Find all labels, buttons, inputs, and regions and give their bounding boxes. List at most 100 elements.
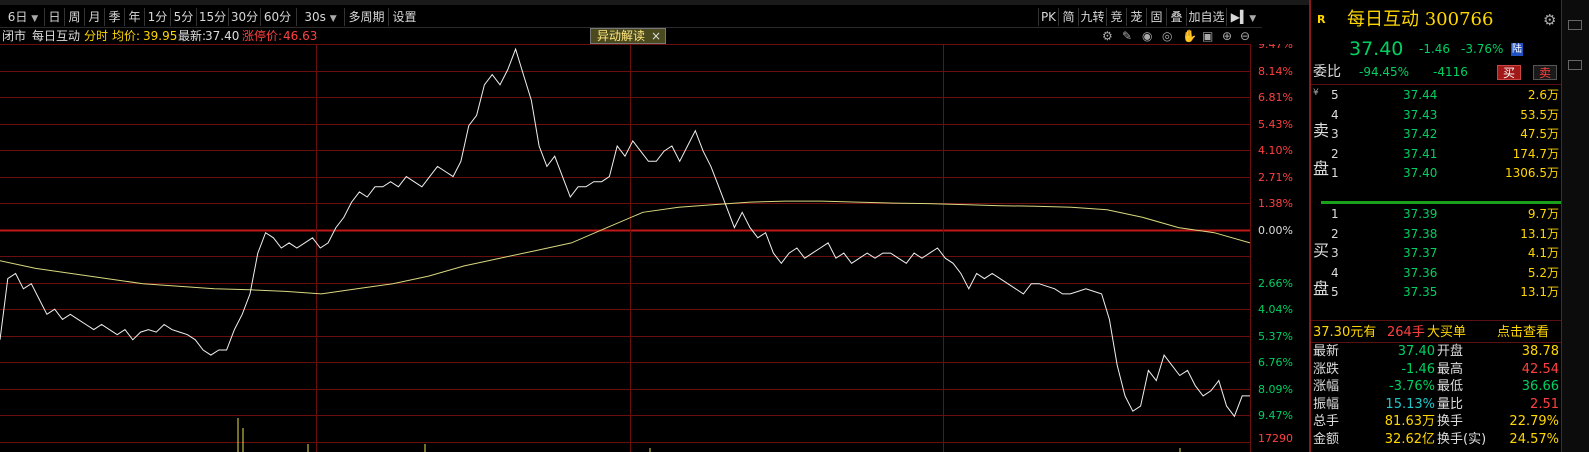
eye-off-icon[interactable]: ◎ xyxy=(1162,28,1172,44)
order-book-row[interactable]: 2 37.41 174.7万 xyxy=(1311,145,1589,164)
y-axis-label-up: 8.14% xyxy=(1258,65,1293,78)
cage-button[interactable]: 茏 xyxy=(1126,8,1146,26)
auction-button[interactable]: 竞 xyxy=(1106,8,1126,26)
period-30min-button[interactable]: 30分 xyxy=(228,8,260,26)
level-label: 2 xyxy=(1331,226,1339,241)
y-axis-label-up: 0.00% xyxy=(1258,224,1293,237)
seconds-select[interactable]: 30s ▼ xyxy=(296,8,344,26)
spread-divider xyxy=(1321,201,1561,204)
order-book-row[interactable]: 1 37.40 1306.5万 xyxy=(1311,164,1589,183)
gear-icon[interactable]: ⚙ xyxy=(1543,8,1556,32)
stat-label: 金额 xyxy=(1313,431,1340,447)
stats-row: 振幅 15.13% 量比 2.51 xyxy=(1311,396,1589,413)
close-icon[interactable]: × xyxy=(651,29,661,43)
level-price: 37.36 xyxy=(1403,265,1438,280)
zoom-out-icon[interactable]: ⊖ xyxy=(1240,28,1250,44)
stats-row: 金额 32.62亿 换手(实) 24.57% xyxy=(1311,431,1589,448)
panel-tab-icon[interactable] xyxy=(1568,20,1582,30)
add-watchlist-button[interactable]: 加自选 xyxy=(1186,8,1226,26)
seconds-select-value: 30s xyxy=(304,10,326,24)
sell-button[interactable]: 卖 xyxy=(1533,65,1557,80)
chevron-down-icon: ▼ xyxy=(329,14,337,24)
settings-button[interactable]: 设置 xyxy=(388,8,420,26)
level-volume: 13.1万 xyxy=(1520,226,1559,241)
divider xyxy=(1311,84,1561,85)
gear-icon[interactable]: ⚙ xyxy=(1102,28,1113,44)
view-details-link[interactable]: 点击查看 xyxy=(1497,323,1549,342)
stat-label: 量比 xyxy=(1437,396,1464,412)
stat-label: 振幅 xyxy=(1313,396,1340,412)
level-label: 5 xyxy=(1331,88,1339,102)
big-order-price: 37.30元有 xyxy=(1313,325,1377,340)
y-axis-label-up: 1.38% xyxy=(1258,197,1293,210)
y-axis-label-down: 9.47% xyxy=(1258,409,1293,422)
order-book-row[interactable]: 5 37.35 13.1万 xyxy=(1311,283,1589,302)
big-order-qty: 264手 xyxy=(1387,325,1425,340)
stat-value: 2.51 xyxy=(1530,396,1559,412)
anomaly-badge[interactable]: 异动解读 × xyxy=(590,28,666,44)
level-price: 37.43 xyxy=(1403,107,1438,122)
overlay-button[interactable]: 叠 xyxy=(1166,8,1186,26)
period-1min-button[interactable]: 1分 xyxy=(144,8,170,26)
period-quarter-button[interactable]: 季 xyxy=(104,8,124,26)
fixed-button[interactable]: 固 xyxy=(1146,8,1166,26)
level-price: 37.37 xyxy=(1403,246,1438,260)
stats-row: 涨跌 -1.46 最高 42.54 xyxy=(1311,361,1589,378)
stat-value: 22.79% xyxy=(1509,414,1559,429)
level-price: 37.40 xyxy=(1403,166,1438,180)
order-book-row[interactable]: 3 37.37 4.1万 xyxy=(1311,244,1589,263)
weibi-label: 委比 xyxy=(1313,64,1341,80)
level-price: 37.41 xyxy=(1403,146,1438,161)
avg-price-value: 39.95 xyxy=(143,29,178,43)
y-axis-label-up: 9.47% xyxy=(1258,44,1293,51)
period-5min-button[interactable]: 5分 xyxy=(170,8,196,26)
level-volume: 1306.5万 xyxy=(1505,166,1559,180)
period-select[interactable]: 6日 ▼ xyxy=(2,8,44,26)
level-price: 37.39 xyxy=(1403,207,1438,221)
multi-period-button[interactable]: 多周期 xyxy=(344,8,388,26)
level-price: 37.38 xyxy=(1403,226,1438,241)
level-volume: 4.1万 xyxy=(1527,246,1559,260)
period-week-button[interactable]: 周 xyxy=(64,8,84,26)
lock-icon[interactable]: ▣ xyxy=(1202,28,1213,44)
eye-icon[interactable]: ◉ xyxy=(1142,28,1152,44)
period-60min-button[interactable]: 60分 xyxy=(260,8,294,26)
stock-title: 每日互动 300766 xyxy=(1347,9,1494,30)
hand-icon[interactable]: ✋ xyxy=(1182,28,1197,44)
panel-tab-icon[interactable] xyxy=(1568,60,1582,70)
price-change: -1.46 xyxy=(1419,42,1451,56)
nine-turn-button[interactable]: 九转 xyxy=(1078,8,1106,26)
buy-button[interactable]: 买 xyxy=(1497,65,1521,80)
period-15min-button[interactable]: 15分 xyxy=(196,8,228,26)
zoom-in-icon[interactable]: ⊕ xyxy=(1222,28,1232,44)
level-label: 4 xyxy=(1331,265,1339,280)
stats-row: 总手 81.63万 换手 22.79% xyxy=(1311,413,1589,430)
period-month-button[interactable]: 月 xyxy=(84,8,104,26)
stat-value: -1.46 xyxy=(1401,361,1435,377)
stat-label: 换手(实) xyxy=(1437,431,1487,447)
order-book-row[interactable]: 4 37.36 5.2万 xyxy=(1311,264,1589,283)
level-volume: 5.2万 xyxy=(1527,265,1559,280)
order-book-row[interactable]: 1 37.39 9.7万 xyxy=(1311,205,1589,224)
simple-button[interactable]: 简 xyxy=(1058,8,1078,26)
order-book-row[interactable]: 3 37.42 47.5万 xyxy=(1311,125,1589,144)
order-book-row[interactable]: 4 37.43 53.5万 xyxy=(1311,106,1589,125)
order-book-row[interactable]: 5 37.44 2.6万 xyxy=(1311,86,1589,105)
period-year-button[interactable]: 年 xyxy=(124,8,144,26)
period-day-button[interactable]: 日 xyxy=(44,8,64,26)
anomaly-badge-label: 异动解读 xyxy=(597,29,646,43)
y-axis-labels: 9.47% 8.14% 6.81% 5.43% 4.10% 2.71% 1.38% 0.00%… xyxy=(1258,44,1293,422)
stat-value: 81.63万 xyxy=(1384,414,1435,429)
layout-menu-button[interactable]: ▶▍▼ xyxy=(1226,8,1260,26)
stat-value: -3.76% xyxy=(1389,379,1435,394)
volume-label: 17290 xyxy=(1258,432,1293,445)
order-book-row[interactable]: 2 37.38 13.1万 xyxy=(1311,225,1589,244)
y-axis-label-up: 2.71% xyxy=(1258,171,1293,184)
quote-panel: R 每日互动 300766 ⚙ 37.40 -1.46 -3.76% 陆 委比 … xyxy=(1311,0,1589,452)
pk-button[interactable]: PK xyxy=(1038,8,1058,26)
r-badge: R xyxy=(1317,13,1326,26)
divider xyxy=(1311,320,1561,321)
pencil-icon[interactable]: ✎ xyxy=(1122,28,1132,44)
level-price: 37.42 xyxy=(1403,127,1438,141)
weibi-diff: -4116 xyxy=(1433,65,1468,79)
